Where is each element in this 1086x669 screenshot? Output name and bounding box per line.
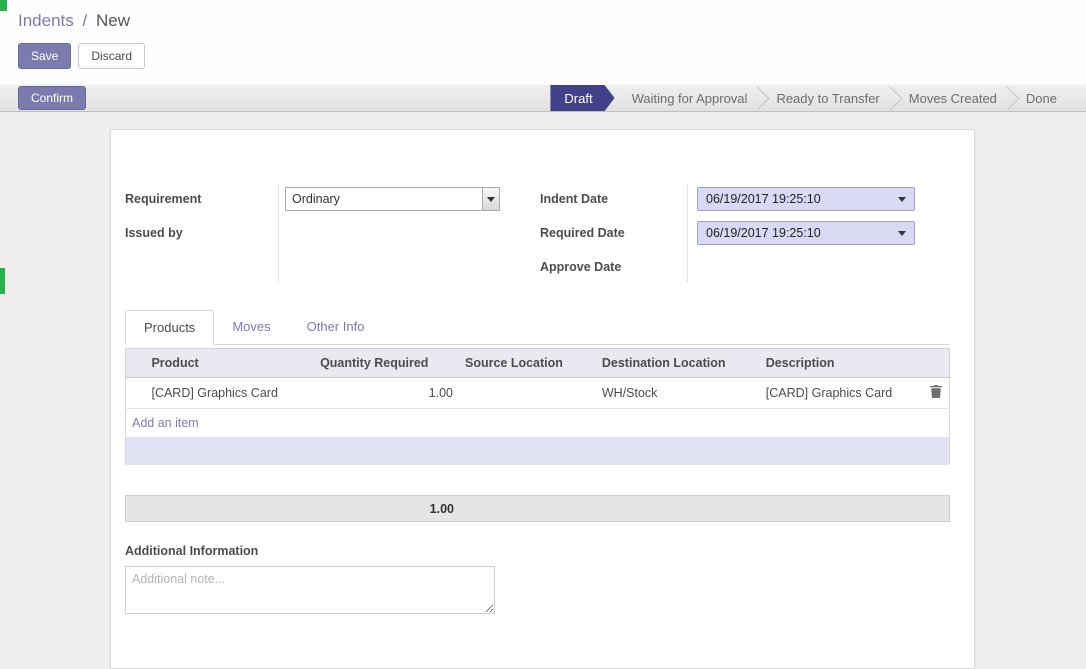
right-field-group: Indent Date 06/19/2017 19:25:10 Required…	[540, 182, 915, 284]
requirement-label: Requirement	[125, 192, 285, 206]
tab-products[interactable]: Products	[125, 310, 214, 345]
select-dropdown-button[interactable]	[482, 188, 499, 210]
status-pipeline: Draft Waiting for Approval Ready to Tran…	[550, 85, 1072, 111]
caret-down-icon	[487, 197, 495, 202]
header-fields: Requirement Ordinary Issued by Indent Da…	[125, 182, 950, 284]
caret-down-icon	[898, 197, 906, 202]
cell-source-location	[459, 378, 596, 409]
issued-by-label: Issued by	[125, 226, 285, 240]
indent-date-field[interactable]: 06/19/2017 19:25:10	[697, 187, 915, 211]
table-row[interactable]: [CARD] Graphics Card 1.00 WH/Stock [CARD…	[126, 378, 950, 409]
tab-moves[interactable]: Moves	[214, 310, 288, 344]
discard-button[interactable]: Discard	[78, 43, 145, 69]
cell-quantity: 1.00	[314, 378, 459, 409]
caret-down-icon	[898, 231, 906, 236]
col-description: Description	[760, 349, 924, 378]
col-quantity-required: Quantity Required	[314, 349, 459, 378]
side-accent-marker	[0, 268, 5, 294]
save-button[interactable]: Save	[18, 43, 71, 69]
status-step-ready-to-transfer[interactable]: Ready to Transfer	[761, 85, 894, 111]
issued-by-row: Issued by	[125, 216, 525, 250]
status-step-done[interactable]: Done	[1011, 85, 1072, 111]
required-date-label: Required Date	[540, 226, 697, 240]
requirement-row: Requirement Ordinary	[125, 182, 525, 216]
trash-icon	[930, 385, 942, 398]
indent-date-row: Indent Date 06/19/2017 19:25:10	[540, 182, 915, 216]
tab-other-info[interactable]: Other Info	[289, 310, 383, 344]
new-line-placeholder-row[interactable]	[126, 438, 950, 465]
col-destination-location: Destination Location	[596, 349, 760, 378]
confirm-button[interactable]: Confirm	[18, 86, 86, 110]
products-table: Product Quantity Required Source Locatio…	[125, 348, 950, 465]
col-source-location: Source Location	[459, 349, 596, 378]
new-line-placeholder	[126, 438, 950, 465]
totals-bar: 1.00	[125, 495, 950, 522]
breadcrumb-separator: /	[83, 11, 88, 30]
status-step-waiting-for-approval[interactable]: Waiting for Approval	[617, 85, 763, 111]
cell-product: [CARD] Graphics Card	[145, 378, 314, 409]
cell-description: [CARD] Graphics Card	[760, 378, 924, 409]
breadcrumb-current: New	[96, 11, 130, 30]
breadcrumb: Indents / New	[18, 11, 130, 31]
indent-date-value: 06/19/2017 19:25:10	[706, 192, 821, 206]
form-page: Requirement Ordinary Issued by Indent Da…	[0, 112, 1086, 605]
requirement-selected-value: Ordinary	[286, 188, 482, 210]
table-header-row: Product Quantity Required Source Locatio…	[126, 349, 950, 378]
approve-date-label: Approve Date	[540, 260, 697, 274]
requirement-select[interactable]: Ordinary	[285, 187, 500, 211]
status-step-draft[interactable]: Draft	[550, 85, 614, 111]
required-date-value: 06/19/2017 19:25:10	[706, 226, 821, 240]
row-handle-column	[126, 349, 146, 378]
required-date-field[interactable]: 06/19/2017 19:25:10	[697, 221, 915, 245]
delete-row-button[interactable]	[923, 378, 949, 409]
top-bar: Indents / New Save Discard	[0, 0, 1086, 84]
required-date-row: Required Date 06/19/2017 19:25:10	[540, 216, 915, 250]
col-product: Product	[145, 349, 314, 378]
status-bar: Confirm Draft Waiting for Approval Ready…	[0, 84, 1086, 112]
form-sheet: Requirement Ordinary Issued by Indent Da…	[110, 129, 975, 669]
add-item-row: Add an item	[126, 409, 950, 438]
record-toolbar: Save Discard	[18, 43, 145, 69]
add-an-item-link[interactable]: Add an item	[126, 409, 950, 438]
additional-information-label: Additional Information	[125, 544, 950, 558]
total-quantity: 1.00	[126, 502, 460, 516]
window-accent-marker	[0, 0, 7, 11]
approve-date-row: Approve Date	[540, 250, 915, 284]
left-field-group: Requirement Ordinary Issued by	[125, 182, 525, 284]
col-actions	[923, 349, 949, 378]
notebook-tabs: Products Moves Other Info	[125, 310, 950, 345]
row-handle	[126, 378, 146, 409]
cell-destination-location: WH/Stock	[596, 378, 760, 409]
breadcrumb-indents-link[interactable]: Indents	[18, 11, 74, 30]
additional-note-textarea[interactable]	[125, 566, 495, 614]
indent-date-label: Indent Date	[540, 192, 697, 206]
